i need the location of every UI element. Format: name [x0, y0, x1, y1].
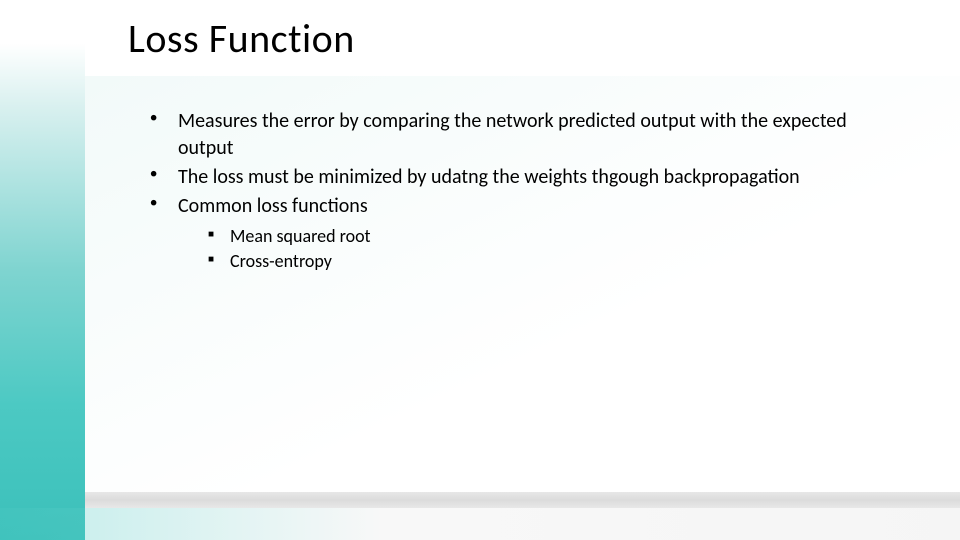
bullet-item: The loss must be minimized by udatng the…	[148, 164, 900, 191]
bullet-text: Measures the error by comparing the netw…	[178, 109, 847, 160]
bullet-text: The loss must be minimized by udatng the…	[178, 165, 800, 189]
sub-bullet-text: Cross-entropy	[230, 250, 332, 272]
sub-bullet-item: Mean squared root	[206, 224, 900, 249]
slide-content: Measures the error by comparing the netw…	[148, 108, 900, 276]
bullet-list: Measures the error by comparing the netw…	[148, 108, 900, 274]
bottom-strip	[0, 508, 960, 540]
sub-bullet-text: Mean squared root	[230, 225, 371, 247]
bullet-item: Measures the error by comparing the netw…	[148, 108, 900, 162]
sub-bullet-list: Mean squared root Cross-entropy	[206, 224, 900, 274]
bullet-text: Common loss functions	[178, 194, 368, 218]
bottom-shadow	[85, 492, 960, 508]
sub-bullet-item: Cross-entropy	[206, 249, 900, 274]
left-accent-bar	[0, 0, 85, 540]
slide-title: Loss Function	[128, 14, 355, 63]
bullet-item: Common loss functions Mean squared root …	[148, 193, 900, 274]
